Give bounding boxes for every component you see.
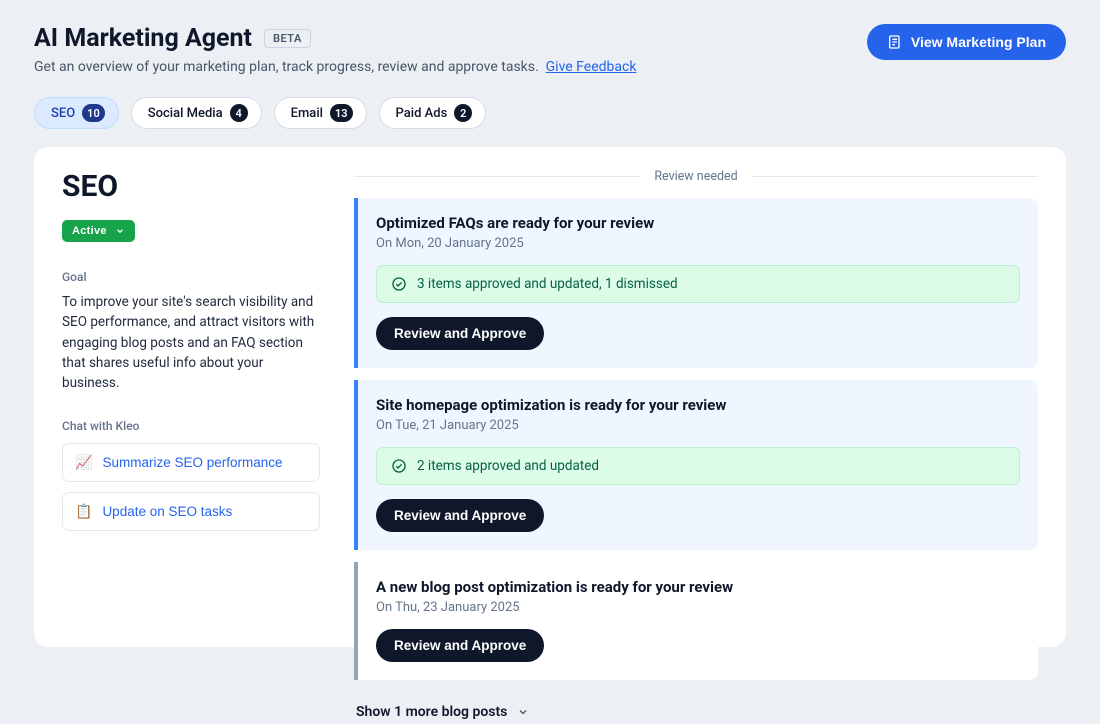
task-card: Site homepage optimization is ready for … — [354, 380, 1038, 550]
chat-item-label: Summarize SEO performance — [102, 455, 282, 470]
tab-label: SEO — [51, 106, 75, 121]
status-label: Active — [72, 225, 107, 237]
tab-count: 4 — [230, 104, 248, 122]
chat-label: Chat with Kleo — [62, 419, 320, 433]
task-title: Optimized FAQs are ready for your review — [376, 214, 1020, 232]
cta-label: View Marketing Plan — [911, 34, 1046, 50]
review-approve-button[interactable]: Review and Approve — [376, 499, 544, 532]
tab-seo[interactable]: SEO 10 — [34, 97, 119, 129]
page-subtitle: Get an overview of your marketing plan, … — [34, 59, 636, 75]
task-card: Optimized FAQs are ready for your review… — [354, 198, 1038, 368]
clipboard-icon: 📋 — [75, 503, 92, 520]
task-date: On Mon, 20 January 2025 — [376, 236, 1020, 251]
task-card: A new blog post optimization is ready fo… — [354, 562, 1038, 680]
view-marketing-plan-button[interactable]: View Marketing Plan — [867, 24, 1066, 60]
review-approve-button[interactable]: Review and Approve — [376, 317, 544, 350]
tab-count: 10 — [82, 104, 105, 122]
goal-label: Goal — [62, 270, 320, 284]
section-title: SEO — [62, 169, 320, 204]
show-more-button[interactable]: Show 1 more blog posts — [354, 700, 1038, 724]
review-header-text: Review needed — [654, 169, 737, 184]
approved-text: 3 items approved and updated, 1 dismisse… — [417, 276, 678, 292]
tab-bar: SEO 10 Social Media 4 Email 13 Paid Ads … — [34, 97, 1066, 129]
chart-icon: 📈 — [75, 454, 92, 471]
check-circle-icon — [391, 276, 407, 292]
chat-item-label: Update on SEO tasks — [102, 504, 232, 519]
subtitle-text: Get an overview of your marketing plan, … — [34, 59, 539, 75]
task-date: On Tue, 21 January 2025 — [376, 418, 1020, 433]
tab-count: 13 — [330, 104, 353, 122]
approved-strip: 3 items approved and updated, 1 dismisse… — [376, 265, 1020, 303]
chat-summarize-seo[interactable]: 📈 Summarize SEO performance — [62, 443, 320, 482]
tab-label: Social Media — [148, 106, 223, 121]
task-date: On Thu, 23 January 2025 — [376, 600, 1020, 615]
check-circle-icon — [391, 458, 407, 474]
tab-label: Paid Ads — [396, 106, 448, 121]
task-title: Site homepage optimization is ready for … — [376, 396, 1020, 414]
tab-label: Email — [291, 106, 323, 121]
status-dropdown[interactable]: Active — [62, 220, 135, 242]
review-approve-button[interactable]: Review and Approve — [376, 629, 544, 662]
chat-update-seo-tasks[interactable]: 📋 Update on SEO tasks — [62, 492, 320, 531]
chevron-down-icon — [115, 226, 125, 236]
tab-email[interactable]: Email 13 — [274, 97, 367, 129]
plan-icon — [887, 34, 903, 50]
approved-strip: 2 items approved and updated — [376, 447, 1020, 485]
tab-paid-ads[interactable]: Paid Ads 2 — [379, 97, 487, 129]
review-header: Review needed — [354, 169, 1038, 184]
tab-count: 2 — [454, 104, 472, 122]
beta-badge: BETA — [264, 29, 311, 48]
goal-text: To improve your site's search visibility… — [62, 292, 320, 393]
task-title: A new blog post optimization is ready fo… — [376, 578, 1020, 596]
give-feedback-link[interactable]: Give Feedback — [546, 59, 637, 75]
approved-text: 2 items approved and updated — [417, 458, 599, 474]
chevron-down-icon — [517, 706, 529, 718]
show-more-label: Show 1 more blog posts — [356, 704, 507, 720]
page-title: AI Marketing Agent — [34, 24, 252, 53]
tab-social-media[interactable]: Social Media 4 — [131, 97, 262, 129]
